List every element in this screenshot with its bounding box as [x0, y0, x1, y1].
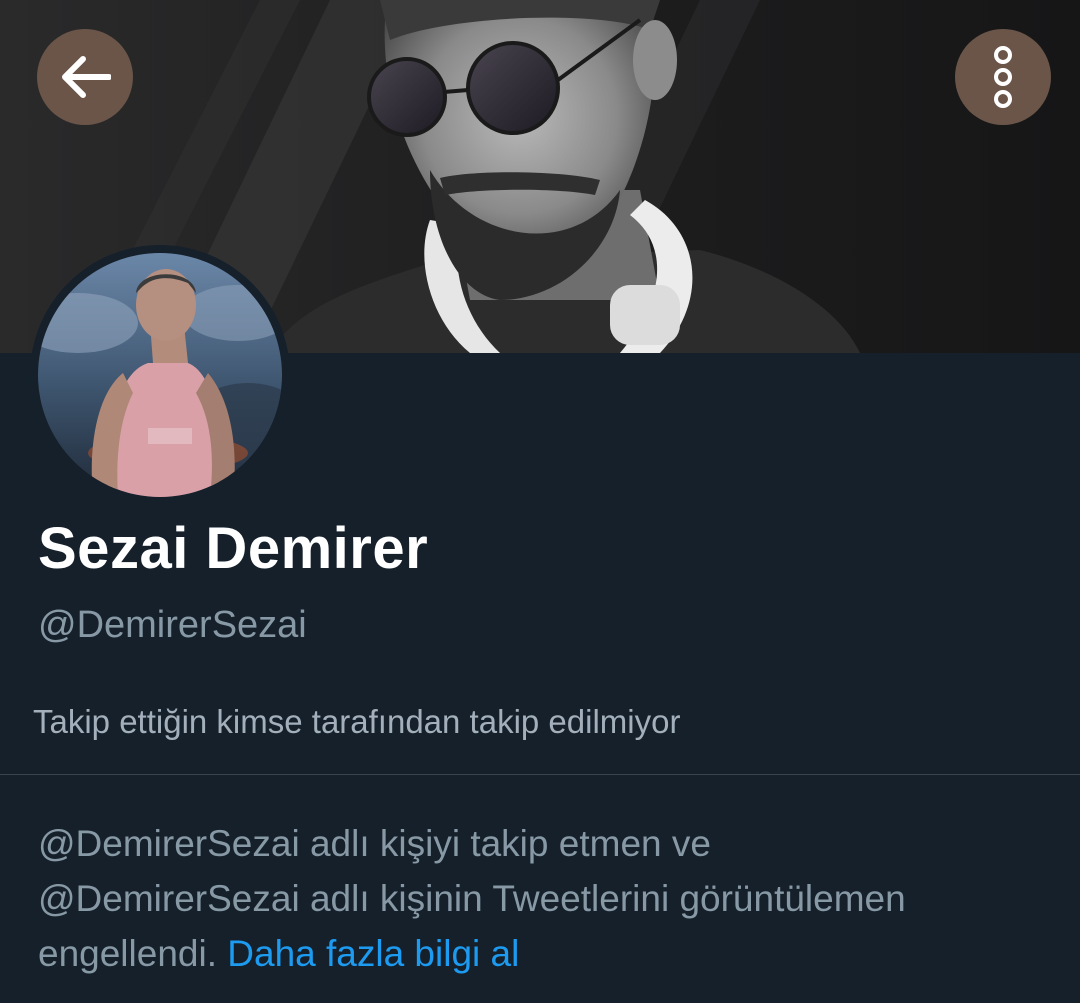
blocked-notice: @DemirerSezai adlı kişiyi takip etmen ve… — [38, 816, 1058, 981]
user-handle: @DemirerSezai — [38, 604, 307, 646]
profile-screen: Sezai Demirer @DemirerSezai Takip ettiği… — [0, 0, 1080, 1003]
blocked-notice-line1: @DemirerSezai adlı kişiyi takip etmen ve — [38, 823, 711, 864]
arrow-left-icon — [62, 56, 111, 98]
avatar-image — [38, 253, 282, 497]
back-button[interactable] — [37, 29, 133, 125]
avatar[interactable] — [30, 245, 290, 505]
divider — [0, 774, 1080, 775]
more-options-button[interactable] — [955, 29, 1051, 125]
more-vertical-icon — [994, 46, 1012, 108]
learn-more-link[interactable]: Daha fazla bilgi al — [227, 933, 519, 974]
followers-you-know-note: Takip ettiğin kimse tarafından takip edi… — [33, 703, 681, 740]
blocked-notice-line2: @DemirerSezai adlı kişinin Tweetlerini g… — [38, 878, 906, 919]
blocked-notice-line3: engellendi. — [38, 933, 217, 974]
display-name: Sezai Demirer — [38, 516, 429, 581]
